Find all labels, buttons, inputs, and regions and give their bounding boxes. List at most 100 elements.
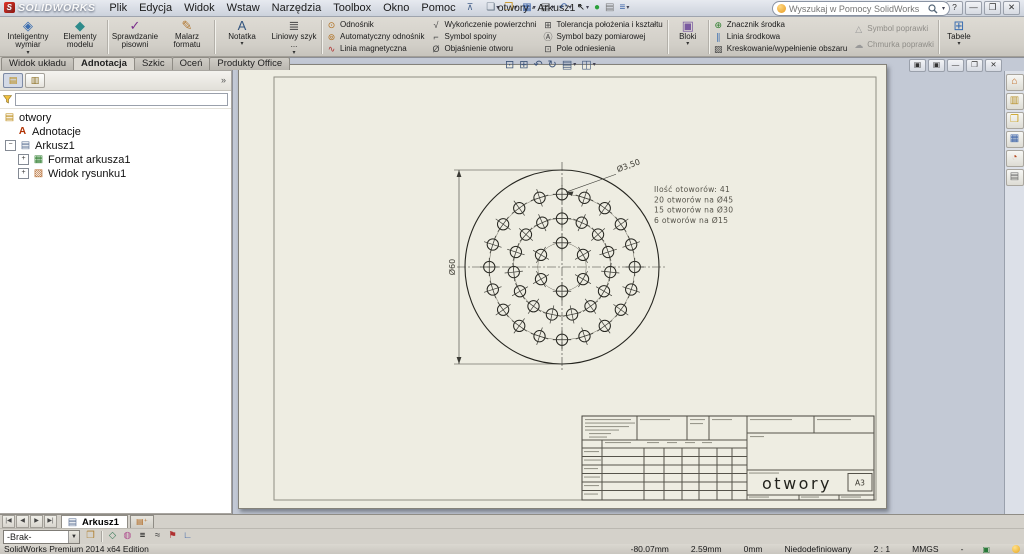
menu-pin-icon[interactable]: ⊼ [464,2,477,13]
assembly-visualization-button[interactable]: ◍ [120,530,135,543]
layer-select[interactable]: -Brak- ▼ [3,529,80,544]
tree-adnotacje[interactable]: A Adnotacje [0,125,231,139]
menu-pomoc[interactable]: Pomoc [415,1,461,15]
restore-button[interactable]: ❐ [984,0,1001,15]
hide-show-annotations-button[interactable]: ⚑ [165,530,180,543]
kreskowanie-wypelnienie-button[interactable]: ▨ Kreskowanie/wypełnienie obszaru [713,44,847,54]
menu-plik[interactable]: Plik [103,1,133,15]
view-palette-button[interactable]: ▦ [1005,130,1024,148]
line-style-button[interactable]: ≈ [150,530,165,543]
new-document-button[interactable]: ❏ ▾ [484,2,501,14]
sprawdzanie-pisowni-button[interactable]: ✓ Sprawdzanie pisowni [109,18,161,56]
pole-odniesienia-button[interactable]: ⊡ Pole odniesienia [542,44,662,54]
menu-toolbox[interactable]: Toolbox [327,1,377,15]
undo-caret-icon[interactable]: ▾ [569,2,572,14]
liniowy-szyk-caret-icon[interactable]: ▾ [292,50,295,56]
select-arrow-button[interactable]: ↖ ▾ [575,2,591,14]
file-properties-button[interactable]: ▤ [603,2,616,14]
minimize-button[interactable]: — [965,0,982,15]
property-manager-tab[interactable]: ▥ [25,72,45,88]
tab-ocen[interactable]: Oceń [171,56,211,70]
line-color-button[interactable]: ◇ [105,530,120,543]
linia-magnetyczna-button[interactable]: ∿ Linia magnetyczna [326,44,425,54]
tab-szkic[interactable]: Szkic [133,56,173,70]
status-tag-icon[interactable]: ▣ [978,545,994,554]
line-thickness-button[interactable]: ≡ [135,530,150,543]
tree-widok-rysunku1-expander-icon[interactable]: + [18,168,29,180]
tree-root-otwory[interactable]: ▤ otwory [0,111,231,125]
odnosnik-button[interactable]: ⊙ Odnośnik [326,20,425,30]
notatka-caret-icon[interactable]: ▾ [240,41,243,47]
options-list-button[interactable]: ≡ ▾ [617,2,631,14]
select-arrow-caret-icon[interactable]: ▾ [586,2,589,14]
tabele-caret-icon[interactable]: ▾ [957,41,960,47]
custom-properties-button[interactable]: ▤ [1005,168,1024,186]
elementy-modelu-button[interactable]: ◆ Elementy modelu [54,18,106,56]
tolerancja-polozenia-i-ksztaltu-button[interactable]: ⊞ Tolerancja położenia i kształtu [542,20,663,30]
print-document-caret-icon[interactable]: ▾ [551,2,554,14]
tab-widok-ukladu[interactable]: Widok układu [1,56,75,70]
notatka-button[interactable]: A Notatka ▾ [216,18,268,56]
bloki-caret-icon[interactable]: ▾ [686,41,689,47]
zoom-to-fit-button[interactable]: ⊡ [505,59,514,71]
add-sheet-tab[interactable]: ▤⁺ [129,515,154,529]
print-document-button[interactable]: ▤ ▾ [539,2,556,14]
previous-view-button[interactable]: ↶ [533,59,542,71]
solidworks-resources-button[interactable]: ⌂ [1005,73,1024,91]
doc-window-icon-1[interactable]: ▣ [909,58,926,72]
drawing-sheet[interactable]: Ø60 Ø3,50 Ilość otoworów: 41 20 otworów na … [238,63,887,509]
rotate-view-button[interactable]: ↻ [548,59,557,71]
tree-format-arkusza1-expander-icon[interactable]: + [18,154,29,166]
sheet-nav-last-icon[interactable]: ▶| [44,515,57,529]
menu-edycja[interactable]: Edycja [133,1,178,15]
menu-wstaw[interactable]: Wstaw [221,1,266,15]
objasnienie-otworu-button[interactable]: Ø Objaśnienie otworu [431,44,537,54]
liniowy-szyk-button[interactable]: ≣ Liniowy szyk ... ▾ [268,18,320,56]
tree-widok-rysunku1[interactable]: + ▧ Widok rysunku1 [0,167,231,181]
inteligentny-wymiar-caret-icon[interactable]: ▾ [26,50,29,56]
doc-close-button[interactable]: ✕ [985,58,1002,72]
inteligentny-wymiar-button[interactable]: ◈ Inteligentny wymiar ▾ [2,18,54,56]
open-document-button[interactable]: ❒ ▾ [502,2,519,14]
search-icon[interactable] [928,3,938,14]
malarz-formatu-button[interactable]: ✎ Malarz formatu [161,18,213,56]
display-style-caret-icon[interactable]: ▾ [593,59,596,71]
graphics-area[interactable]: ⊡ ⊞ ↶ ↻ ▤ ▾ ◫ ▾ ▣ ▣ — ❐ ✕ Ø60 Ø3,50 Ilość otoworów: 4… [232,56,1024,515]
tabele-button[interactable]: ⊞ Tabele ▾ [940,18,978,56]
layer-select-caret-icon[interactable]: ▼ [68,530,79,543]
rebuild-button[interactable]: ● [592,2,602,14]
options-list-caret-icon[interactable]: ▾ [626,2,629,14]
file-explorer-button[interactable]: ❒ [1005,111,1024,129]
quick-tips-icon[interactable] [1012,545,1020,553]
tab-produkty-office[interactable]: Produkty Office [209,56,291,70]
design-library-button[interactable]: ▥ [1005,92,1024,110]
sheet-nav-first-icon[interactable]: |◀ [2,515,15,529]
sheet-tab-arkusz1[interactable]: ▤ Arkusz1 [61,515,128,529]
symbol-bazy-pomiarowej-button[interactable]: Ⓐ Symbol bazy pomiarowej [542,32,662,42]
search-caret-icon[interactable]: ▾ [942,5,945,12]
undo-button[interactable]: ↶ ▾ [557,2,573,14]
sheet-nav-next-icon[interactable]: ▶ [30,515,43,529]
wykonczenie-powierzchni-button[interactable]: √ Wykończenie powierzchni [431,20,537,30]
bloki-button[interactable]: ▣ Bloki ▾ [669,18,707,56]
appearances-scenes-button[interactable]: ◔ [1005,149,1024,167]
open-document-caret-icon[interactable]: ▾ [514,2,517,14]
layer-properties-button[interactable]: ❒ [83,530,98,543]
doc-restore-button[interactable]: ❐ [966,58,983,72]
tree-arkusz1[interactable]: − ▤ Arkusz1 [0,139,231,153]
save-document-button[interactable]: ▦ ▾ [520,2,537,14]
zoom-to-area-button[interactable]: ⊞ [519,59,528,71]
linia-srodkowa-button[interactable]: ∥ Linia środkowa [713,32,848,42]
close-button[interactable]: ✕ [1003,0,1020,15]
view-settings-caret-icon[interactable]: ▾ [573,59,576,71]
new-document-caret-icon[interactable]: ▾ [496,2,499,14]
menu-narzedzia[interactable]: Narzędzia [266,1,328,15]
save-document-caret-icon[interactable]: ▾ [533,2,536,14]
tree-filter-input[interactable] [15,92,228,106]
menu-widok[interactable]: Widok [178,1,221,15]
panel-more-chevron-icon[interactable]: » [221,75,228,85]
symbol-spoiny-button[interactable]: ⌐ Symbol spoiny [431,32,537,42]
feature-tree-tab[interactable]: ▤ [3,72,23,88]
doc-window-icon-2[interactable]: ▣ [928,58,945,72]
tree-format-arkusza1[interactable]: + ▦ Format arkusza1 [0,153,231,167]
